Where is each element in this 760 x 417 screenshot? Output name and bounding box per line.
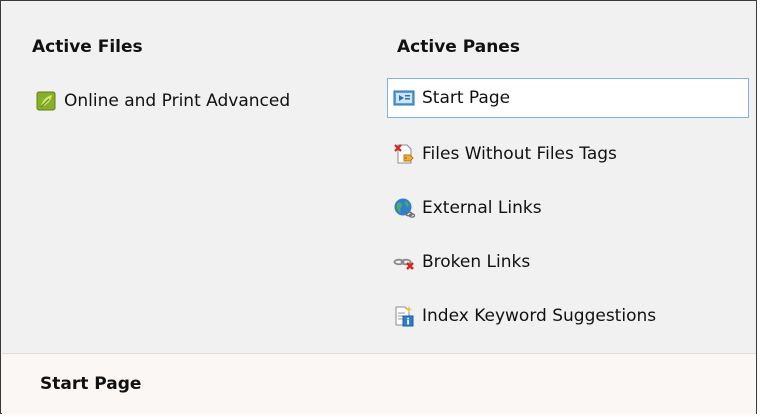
- pane-item-label: External Links: [422, 198, 542, 218]
- active-file-item[interactable]: Online and Print Advanced: [35, 81, 290, 121]
- pane-item-label: Start Page: [422, 88, 511, 108]
- start-page-icon: [393, 87, 415, 109]
- globe-link-icon: [393, 197, 416, 219]
- pane-item-index-keyword-suggestions[interactable]: Index Keyword Suggestions: [387, 296, 749, 336]
- pane-item-files-without-files-tags[interactable]: Files Without Files Tags: [387, 134, 749, 174]
- pane-item-start-page[interactable]: Start Page: [387, 78, 749, 118]
- footer-selected-pane-title: Start Page: [40, 374, 142, 394]
- pane-item-label: Files Without Files Tags: [422, 144, 617, 164]
- pane-item-label: Index Keyword Suggestions: [422, 306, 657, 326]
- pane-item-external-links[interactable]: External Links: [387, 188, 749, 228]
- project-file-icon: [35, 90, 57, 112]
- active-files-and-panes-dialog: Active Files Online and Print Advanced A…: [0, 0, 757, 414]
- file-tag-missing-icon: [393, 143, 415, 165]
- pane-item-label: Broken Links: [422, 252, 531, 272]
- index-keyword-icon: [393, 305, 415, 327]
- broken-link-icon: [393, 251, 415, 273]
- footer-bar: Start Page: [2, 353, 756, 414]
- active-files-heading: Active Files: [32, 37, 143, 57]
- active-file-label: Online and Print Advanced: [64, 91, 291, 111]
- active-panes-heading: Active Panes: [397, 37, 520, 57]
- pane-item-broken-links[interactable]: Broken Links: [387, 242, 749, 282]
